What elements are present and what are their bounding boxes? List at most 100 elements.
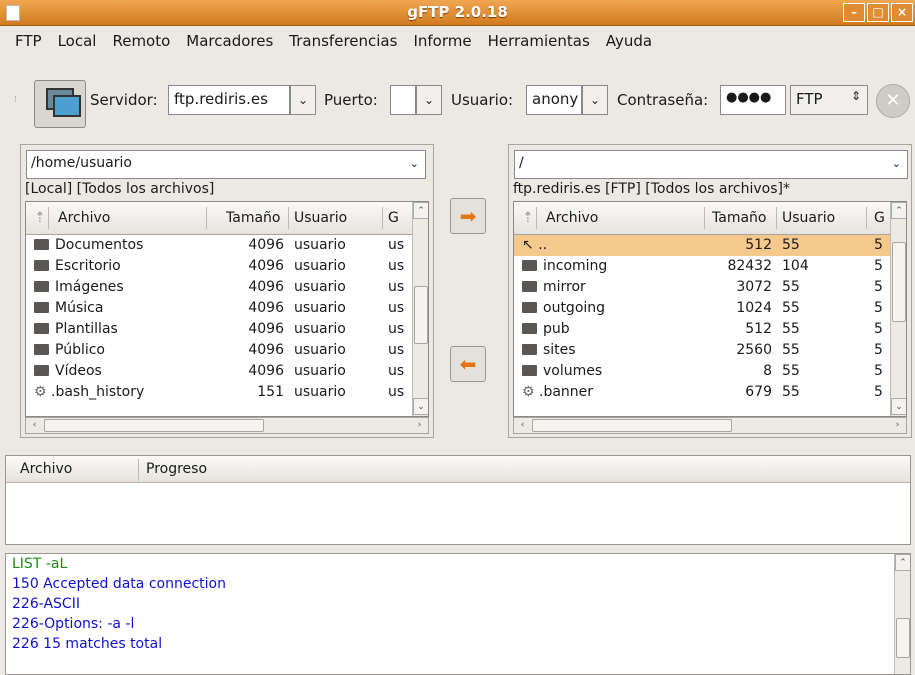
col-usuario[interactable]: Usuario [294,210,347,226]
col-usuario[interactable]: Usuario [782,210,835,226]
file-name-cell: ↖ .. [522,237,547,253]
column-separator [206,207,207,229]
toolbar-grip[interactable]: ⁝ [14,95,17,105]
scroll-thumb[interactable] [892,242,906,322]
menu-herramientas[interactable]: Herramientas [488,32,590,50]
col-archivo[interactable]: Archivo [546,210,598,226]
file-row[interactable]: pub 512 55 5 [514,319,890,340]
port-input[interactable] [390,85,416,115]
file-user: 55 [782,363,800,379]
transfer-list[interactable]: Archivo Progreso [5,455,911,545]
menu-remoto[interactable]: Remoto [112,32,170,50]
menu-local[interactable]: Local [58,32,97,50]
file-row[interactable]: Plantillas 4096 usuario us [26,319,412,340]
file-row[interactable]: Imágenes 4096 usuario us [26,277,412,298]
local-hscroll[interactable]: ‹ › [25,417,429,434]
file-group: 5 [874,321,883,337]
scroll-left-icon[interactable]: ‹ [514,418,531,433]
file-name: volumes [543,363,603,379]
column-separator [704,207,705,229]
menu-informe[interactable]: Informe [413,32,471,50]
scroll-right-icon[interactable]: › [889,418,906,433]
file-row[interactable]: Público 4096 usuario us [26,340,412,361]
close-button[interactable]: × [891,3,913,22]
scroll-up-icon[interactable]: ⌃ [895,554,910,571]
local-vscroll[interactable]: ⌃ ⌄ [412,202,428,416]
connect-button[interactable] [34,80,86,128]
col-grupo[interactable]: G [388,210,399,226]
col-transfer-archivo[interactable]: Archivo [20,461,72,477]
download-button[interactable]: ⬅ [450,346,486,382]
port-dropdown[interactable]: ⌄ [416,85,442,115]
minimize-button[interactable]: – [843,3,865,22]
folder-icon [34,302,49,313]
menu-marcadores[interactable]: Marcadores [186,32,273,50]
log-vscroll[interactable]: ⌃ [894,554,910,674]
menu-transferencias[interactable]: Transferencias [289,32,397,50]
scroll-up-icon[interactable]: ⌃ [413,202,428,219]
upload-button[interactable]: ➡ [450,198,486,234]
folder-icon [522,323,537,334]
menu-ayuda[interactable]: Ayuda [606,32,652,50]
protocol-select[interactable]: FTP ⇕ [790,85,868,115]
file-name-cell: volumes [522,363,602,379]
server-input[interactable]: ftp.rediris.es [168,85,290,115]
file-name-cell: Documentos [34,237,143,253]
scroll-right-icon[interactable]: › [411,418,428,433]
file-user: usuario [294,258,346,274]
password-input[interactable]: ●●●● [720,85,786,115]
folder-icon [34,344,49,355]
server-dropdown[interactable]: ⌄ [290,85,316,115]
scroll-down-icon[interactable]: ⌄ [891,398,906,415]
file-name-cell: sites [522,342,576,358]
scroll-thumb[interactable] [896,618,910,658]
col-tamano[interactable]: Tamaño [226,210,280,226]
remote-hscroll[interactable]: ‹ › [513,417,907,434]
file-user: 55 [782,279,800,295]
file-row[interactable]: ⚙ .bash_history 151 usuario us [26,382,412,403]
file-row[interactable]: volumes 8 55 5 [514,361,890,382]
remote-pane: / ⌄ ftp.rediris.es [FTP] [Todos los arch… [508,144,912,438]
file-row[interactable]: sites 2560 55 5 [514,340,890,361]
scroll-up-icon[interactable]: ⌃ [891,202,906,219]
scroll-thumb[interactable] [414,286,428,344]
col-tamano[interactable]: Tamaño [712,210,766,226]
scroll-down-icon[interactable]: ⌄ [413,398,428,415]
file-row[interactable]: ⚙ .banner 679 55 5 [514,382,890,403]
computer-icon-front [53,95,81,117]
file-row[interactable]: Documentos 4096 usuario us [26,235,412,256]
menu-ftp[interactable]: FTP [15,32,42,50]
file-row[interactable]: incoming 82432 104 5 [514,256,890,277]
file-row[interactable]: Escritorio 4096 usuario us [26,256,412,277]
file-row[interactable]: Música 4096 usuario us [26,298,412,319]
maximize-button[interactable]: □ [867,3,889,22]
column-separator [866,207,867,229]
file-name: sites [543,342,576,358]
sort-icon[interactable]: ⇡ [34,210,46,226]
folder-icon [522,260,537,271]
user-dropdown[interactable]: ⌄ [582,85,608,115]
disconnect-button[interactable]: ✕ [876,84,910,118]
file-row[interactable]: ↖ .. 512 55 5 [514,235,890,256]
log-view[interactable]: LIST -aL 150 Accepted data connection 226-… [5,553,911,675]
transfer-list-header: Archivo Progreso [6,456,910,483]
sort-icon[interactable]: ⇡ [522,210,534,226]
file-user: usuario [294,237,346,253]
file-row[interactable]: mirror 3072 55 5 [514,277,890,298]
local-path-combo[interactable]: /home/usuario ⌄ [26,150,426,179]
hscroll-thumb[interactable] [532,419,732,432]
remote-path-combo[interactable]: / ⌄ [514,150,908,179]
scroll-left-icon[interactable]: ‹ [26,418,43,433]
col-archivo[interactable]: Archivo [58,210,110,226]
file-name: Plantillas [55,321,118,337]
remote-vscroll[interactable]: ⌃ ⌄ [890,202,906,416]
col-transfer-progreso[interactable]: Progreso [146,461,207,477]
col-grupo[interactable]: G [874,210,885,226]
log-line: 150 Accepted data connection [12,576,226,592]
file-user: usuario [294,300,346,316]
user-input[interactable]: anony [526,85,582,115]
hscroll-thumb[interactable] [44,419,264,432]
window-title: gFTP 2.0.18 [407,3,508,21]
file-row[interactable]: outgoing 1024 55 5 [514,298,890,319]
file-row[interactable]: Vídeos 4096 usuario us [26,361,412,382]
